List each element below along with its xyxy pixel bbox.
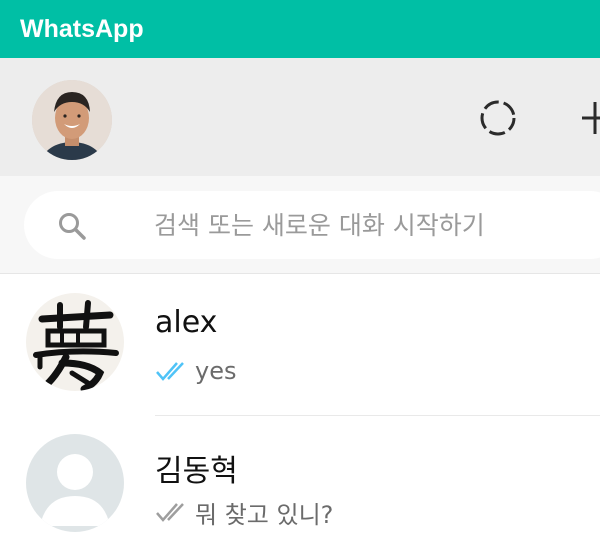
last-message: yes [155, 355, 236, 387]
app-titlebar: WhatsApp [0, 0, 600, 58]
delivered-double-check-icon [156, 503, 184, 522]
contact-name: alex [155, 305, 218, 340]
status-icon[interactable] [478, 98, 518, 138]
search-icon [56, 210, 88, 242]
profile-avatar[interactable] [32, 80, 112, 160]
last-message: 뭐 찾고 있니? [155, 496, 334, 529]
profile-photo-icon [32, 80, 112, 160]
search-box[interactable] [24, 191, 600, 259]
contact-name: 김동혁 [155, 454, 238, 489]
calligraphy-character-icon [26, 293, 124, 391]
search-area [0, 176, 600, 274]
read-double-check-icon [156, 362, 184, 381]
chat-list-header [0, 58, 600, 176]
last-message-text: yes [195, 357, 237, 385]
default-user-avatar-icon [26, 434, 124, 532]
app-title: WhatsApp [20, 14, 144, 43]
search-input[interactable] [154, 191, 594, 259]
contact-avatar [26, 434, 124, 532]
new-chat-icon[interactable] [578, 98, 600, 138]
chat-list-item[interactable]: 김동혁 뭐 찾고 있니? [0, 416, 600, 550]
contact-avatar [26, 293, 124, 391]
last-message-text: 뭐 찾고 있니? [195, 500, 334, 529]
chat-list-item[interactable]: alex yes [0, 275, 600, 411]
